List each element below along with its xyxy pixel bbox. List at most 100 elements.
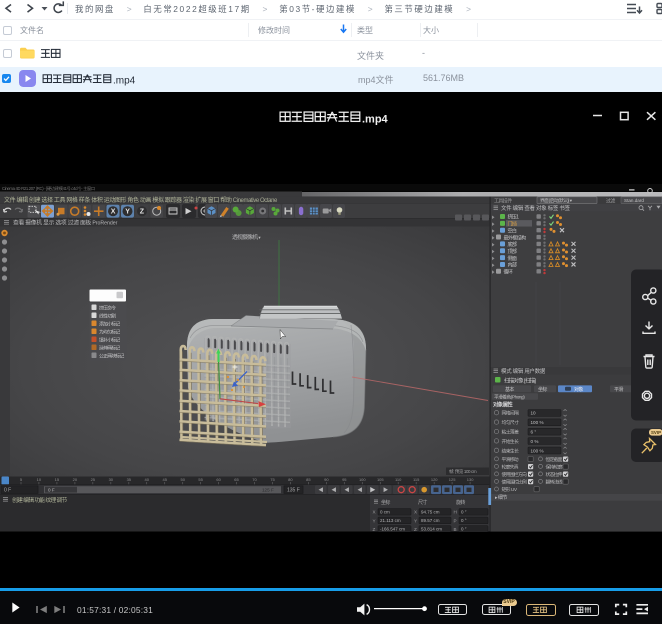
svg-text:Y: Y bbox=[414, 518, 417, 523]
svg-text:Z: Z bbox=[414, 527, 417, 532]
svg-text:Y: Y bbox=[373, 518, 376, 523]
svg-text:底部: 底部 bbox=[508, 241, 517, 248]
svg-text:85: 85 bbox=[306, 477, 311, 482]
svg-text:70: 70 bbox=[252, 477, 257, 482]
svg-text:110: 110 bbox=[395, 477, 402, 482]
svg-text:Stan.dard: Stan.dard bbox=[624, 198, 644, 203]
svg-text:恒定截面: 恒定截面 bbox=[546, 456, 563, 463]
svg-text:尺寸: 尺寸 bbox=[418, 499, 427, 506]
svg-text:80: 80 bbox=[288, 477, 293, 482]
svg-text:Z: Z bbox=[140, 209, 145, 216]
svg-text:10: 10 bbox=[531, 411, 537, 416]
svg-text:0 °: 0 ° bbox=[461, 527, 467, 532]
svg-text:100: 100 bbox=[359, 477, 366, 482]
svg-text:Y: Y bbox=[125, 209, 130, 216]
svg-text:▸ 细节: ▸ 细节 bbox=[495, 494, 507, 501]
svg-text:.mp4: .mp4 bbox=[113, 76, 136, 86]
svg-text:6 °: 6 ° bbox=[531, 430, 537, 435]
svg-text:添加小标记: 添加小标记 bbox=[99, 320, 120, 327]
svg-text:53.814 cm: 53.814 cm bbox=[421, 527, 442, 532]
svg-text:工具挂件: 工具挂件 bbox=[494, 197, 512, 204]
svg-text:挤压1: 挤压1 bbox=[508, 214, 520, 221]
svg-text:15: 15 bbox=[55, 477, 60, 482]
svg-text:粘土落差: 粘土落差 bbox=[502, 429, 520, 436]
svg-text:-166.547 cm: -166.547 cm bbox=[380, 527, 405, 532]
svg-text:H: H bbox=[454, 510, 457, 515]
svg-text:0 cm: 0 cm bbox=[380, 510, 390, 515]
svg-text:115: 115 bbox=[413, 477, 420, 482]
svg-text:125: 125 bbox=[449, 477, 456, 482]
svg-text:50: 50 bbox=[180, 477, 185, 482]
svg-text:使用围栏方向: 使用围栏方向 bbox=[502, 471, 527, 478]
svg-text:坐标: 坐标 bbox=[538, 386, 547, 393]
svg-text:135 F: 135 F bbox=[287, 488, 300, 494]
svg-text:P: P bbox=[454, 518, 457, 523]
svg-text:结束生长: 结束生长 bbox=[502, 447, 520, 454]
svg-text:线性切割: 线性切割 bbox=[99, 312, 116, 319]
svg-text:0 %: 0 % bbox=[531, 439, 539, 444]
svg-text:使用围栏比例: 使用围栏比例 bbox=[502, 478, 527, 485]
svg-text:创建 编辑 功能 纹理 调节: 创建 编辑 功能 纹理 调节 bbox=[12, 496, 68, 504]
svg-text:35: 35 bbox=[127, 477, 132, 482]
svg-text:帧: 预览 100 cm: 帧: 预览 100 cm bbox=[449, 468, 477, 475]
svg-text:循环: 循环 bbox=[504, 269, 513, 276]
svg-text:均匀尺寸: 均匀尺寸 bbox=[502, 419, 520, 426]
svg-text:X: X bbox=[373, 510, 376, 515]
svg-text:90: 90 bbox=[324, 477, 329, 482]
svg-text:21.113 cm: 21.113 cm bbox=[380, 518, 401, 523]
svg-text:文件 编辑 创建 选择 工具 网格 样条 体积 运动图形 角: 文件 编辑 创建 选择 工具 网格 样条 体积 运动图形 角色 动画 模拟 跟踪… bbox=[4, 196, 278, 204]
svg-text:文件 编辑 查看 对象 标签 书签: 文件 编辑 查看 对象 标签 书签 bbox=[501, 204, 571, 212]
svg-text:模式 编辑 用户数据: 模式 编辑 用户数据 bbox=[501, 367, 546, 375]
svg-text:95: 95 bbox=[342, 477, 347, 482]
svg-text:25: 25 bbox=[91, 477, 96, 482]
svg-text:SVIP: SVIP bbox=[651, 430, 661, 435]
svg-text:查看 摄像机 显示 选项 过滤 面板 ProRender: 查看 摄像机 显示 选项 过滤 面板 ProRender bbox=[13, 219, 118, 227]
svg-text:B: B bbox=[454, 527, 457, 532]
svg-text:100 %: 100 % bbox=[531, 420, 544, 425]
svg-text:侧面: 侧面 bbox=[508, 255, 517, 262]
svg-text:20: 20 bbox=[73, 477, 78, 482]
svg-text:空白: 空白 bbox=[508, 227, 517, 234]
svg-text:10: 10 bbox=[37, 477, 42, 482]
svg-text:100 %: 100 % bbox=[531, 448, 544, 453]
svg-text:透视摄像机 ▾: 透视摄像机 ▾ bbox=[232, 233, 261, 241]
svg-text:30: 30 bbox=[109, 477, 114, 482]
svg-text:94.75 cm: 94.75 cm bbox=[421, 510, 440, 515]
svg-text:保持轮廓: 保持轮廓 bbox=[546, 463, 563, 470]
svg-text:0 °: 0 ° bbox=[461, 510, 467, 515]
svg-text:内部: 内部 bbox=[508, 262, 517, 269]
svg-text:60: 60 bbox=[216, 477, 221, 482]
svg-text:过滤: 过滤 bbox=[606, 197, 615, 204]
svg-text:X: X bbox=[414, 510, 417, 515]
svg-text:扫描对象 [扫描]: 扫描对象 [扫描] bbox=[504, 376, 537, 384]
svg-text:平滑移动: 平滑移动 bbox=[502, 456, 519, 463]
svg-text:翻转法线: 翻转法线 bbox=[546, 478, 563, 485]
svg-text:界面 [启动(默认)] ▾: 界面 [启动(默认)] ▾ bbox=[540, 197, 573, 204]
svg-text:平滑: 平滑 bbox=[614, 386, 623, 393]
svg-text:55: 55 bbox=[198, 477, 203, 482]
svg-text:130: 130 bbox=[467, 477, 474, 482]
svg-text:0 F: 0 F bbox=[4, 488, 11, 494]
svg-text:顶部: 顶部 bbox=[508, 248, 517, 255]
svg-text:延伸两标记: 延伸两标记 bbox=[99, 344, 120, 351]
svg-text:状态拉伸: 状态拉伸 bbox=[546, 471, 563, 478]
svg-text:平滑着色(Phong): 平滑着色(Phong) bbox=[494, 393, 525, 400]
svg-text:开始生长: 开始生长 bbox=[502, 438, 520, 445]
svg-text:40: 40 bbox=[144, 477, 149, 482]
svg-text:0 °: 0 ° bbox=[461, 518, 467, 523]
svg-text:轮廓失真: 轮廓失真 bbox=[502, 463, 519, 470]
svg-text:65: 65 bbox=[234, 477, 239, 482]
svg-text:75: 75 bbox=[270, 477, 275, 482]
svg-text:01:57:31 / 02:05:31: 01:57:31 / 02:05:31 bbox=[77, 605, 153, 615]
svg-text:为均匀标记: 为均匀标记 bbox=[99, 328, 120, 335]
svg-text:对象属性: 对象属性 bbox=[493, 401, 513, 409]
svg-text:旋转: 旋转 bbox=[456, 499, 465, 506]
svg-text:45: 45 bbox=[162, 477, 167, 482]
svg-text:最外框结构: 最外框结构 bbox=[504, 234, 527, 241]
svg-text:公正两块标记: 公正两块标记 bbox=[99, 352, 124, 359]
svg-text:X: X bbox=[111, 209, 116, 216]
svg-text:89.57 cm: 89.57 cm bbox=[421, 518, 440, 523]
svg-text:Cinema 4D R21.207 (RC) - [硬边建模: Cinema 4D R21.207 (RC) - [硬边建模41号.c4d *]… bbox=[2, 185, 95, 192]
svg-text:105: 105 bbox=[377, 477, 384, 482]
svg-text:120: 120 bbox=[431, 477, 438, 482]
